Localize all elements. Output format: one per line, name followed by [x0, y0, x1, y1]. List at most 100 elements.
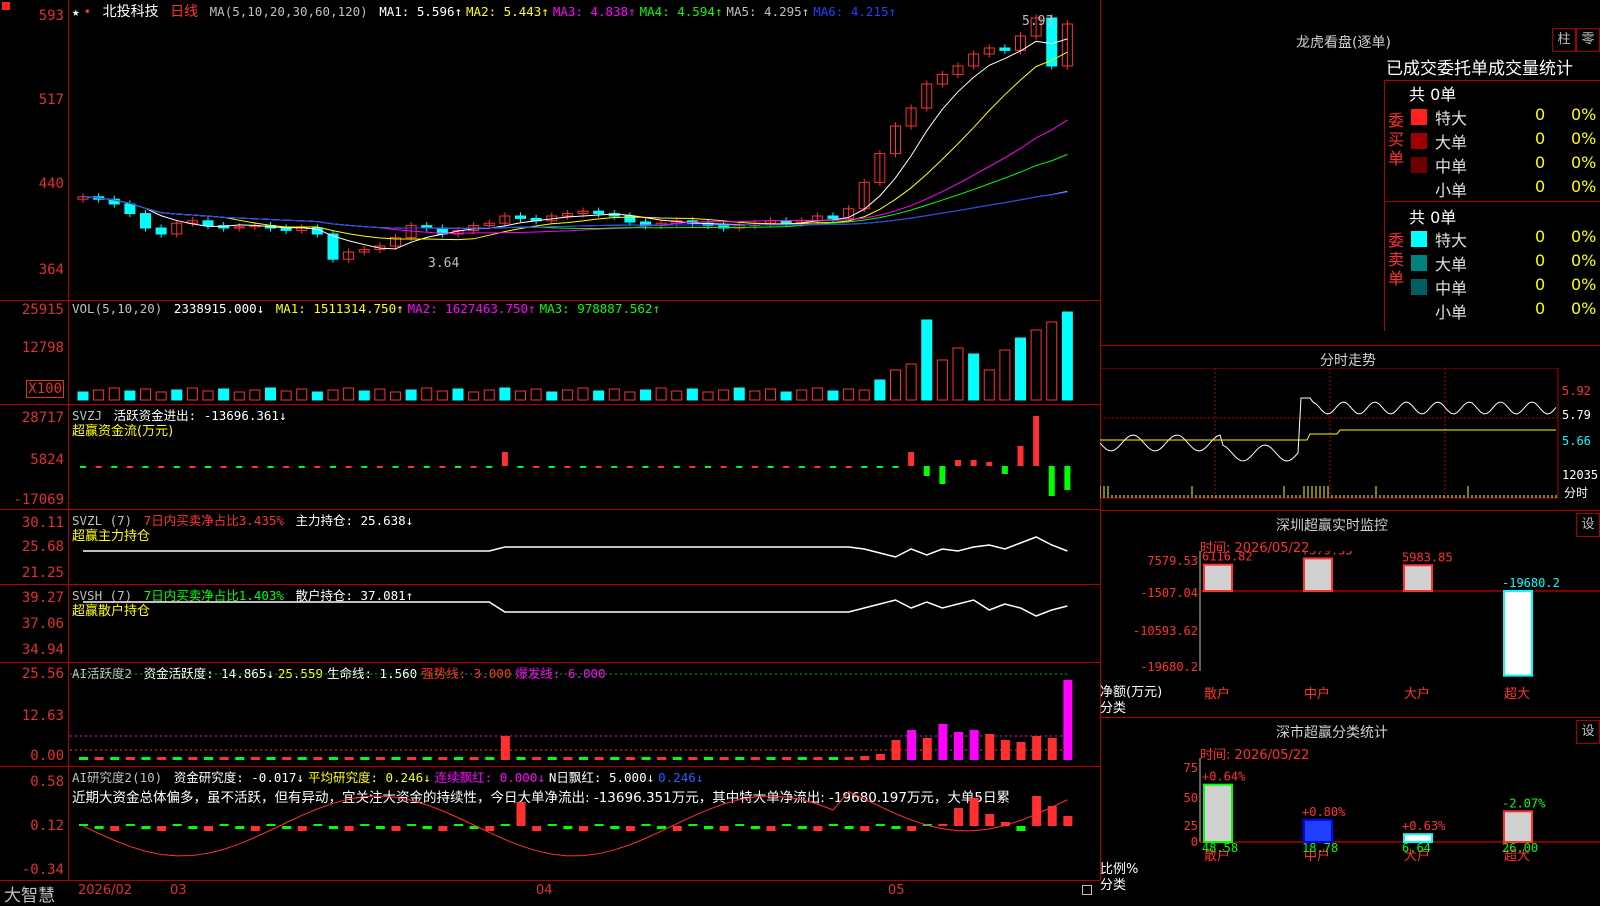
volume-bar — [93, 389, 105, 401]
ai-research-pane[interactable]: 0.58 0.12 -0.34 AI研究度2(10) 资金研究度: -0.017… — [0, 766, 1100, 880]
ma-line — [82, 190, 1068, 229]
category-label: 中户 — [1304, 686, 1330, 702]
activity-bar — [375, 757, 385, 760]
sz-monitor-settings-button[interactable]: 设 — [1576, 513, 1600, 537]
research-bar — [360, 824, 370, 826]
flow-bar — [705, 466, 711, 468]
volume-tick: X100 — [26, 380, 64, 398]
flow-bar — [908, 452, 915, 466]
sz-class-settings-button[interactable]: 设 — [1576, 720, 1600, 744]
research-bar — [500, 824, 510, 826]
flow-bar — [267, 466, 274, 468]
activity-bar — [516, 757, 526, 760]
volume-pane[interactable]: 25915 12798 X100 VOL(5,10,20) 2338915.00… — [0, 300, 1100, 405]
research-bar — [125, 824, 135, 826]
sz-monitor-chart[interactable]: 6116.82 散户 7579.53 中户 5983.85 大户 -19680.2 超大 757… — [1100, 551, 1600, 718]
ma-line — [82, 191, 1068, 229]
volume-bar — [515, 390, 526, 401]
volume-bar — [186, 387, 198, 401]
svzl-tick: 21.25 — [21, 565, 64, 581]
research-bar — [172, 824, 182, 826]
activity-bar — [938, 724, 948, 760]
research-bar — [313, 824, 323, 826]
volume-bar — [718, 389, 730, 401]
intraday-chart[interactable] — [1100, 368, 1600, 508]
research-bar — [532, 826, 542, 831]
volume-chart[interactable] — [70, 300, 1100, 404]
svzj-axis: 28717 5824 -17069 — [0, 404, 69, 509]
activity-bar — [766, 757, 776, 760]
bar-mode-button[interactable]: 柱 — [1552, 28, 1576, 52]
svzj-pane[interactable]: 28717 5824 -17069 SVZJ 活跃资金进出: -13696.36… — [0, 404, 1100, 510]
research-bar — [391, 826, 401, 831]
research-bar — [1016, 826, 1026, 831]
intraday-panel[interactable]: 分时走势 5.92 5.79 5.66 12035 分时 — [1100, 345, 1600, 511]
volume-bar — [202, 390, 214, 401]
research-bar — [219, 824, 229, 826]
research-bar — [516, 802, 526, 826]
svzj-tick: -17069 — [13, 492, 64, 508]
ma-line — [82, 51, 1068, 241]
research-bar — [141, 826, 151, 829]
volume-bar — [999, 349, 1011, 401]
buy-name: 小单 — [1435, 181, 1468, 200]
candle-body — [593, 210, 605, 215]
research-line — [82, 791, 1068, 857]
activity-bar — [547, 757, 557, 760]
date-bar[interactable]: 大智慧 2026/02 03 04 05 — [0, 880, 1100, 906]
svzj-chart[interactable] — [70, 404, 1100, 509]
research-bar — [657, 826, 667, 829]
candlestick-chart[interactable] — [70, 0, 1100, 300]
volume-bar — [77, 391, 89, 401]
flow-bar — [1033, 416, 1040, 466]
svzl-pane[interactable]: 30.11 25.68 21.25 SVZL (7) 7日内买卖净占比3.435… — [0, 509, 1100, 585]
category-bar — [1203, 563, 1233, 592]
activity-bar — [1000, 740, 1010, 760]
research-bar — [969, 798, 979, 826]
svsh-chart[interactable] — [70, 584, 1100, 662]
activity-bar — [907, 730, 917, 760]
research-bar — [188, 826, 198, 829]
research-bar — [297, 826, 307, 831]
buy-name: 特大 — [1435, 109, 1468, 128]
volume-bar — [1030, 329, 1042, 401]
research-bar — [625, 826, 635, 831]
sell-side-label: 委卖单 — [1387, 231, 1404, 288]
ai-active-chart[interactable] — [70, 662, 1100, 766]
flow-bar — [689, 466, 696, 468]
flow-bar — [1048, 466, 1055, 496]
category-bar — [1203, 783, 1233, 844]
ai-research-tick: -0.34 — [21, 862, 64, 878]
research-bar — [204, 826, 213, 831]
sz-monitor-panel[interactable]: 深圳超赢实时监控 设 时间: 2026/05/22 净额(万元) 分类 6116… — [1100, 510, 1600, 718]
activity-bar — [360, 757, 370, 760]
lock-icon[interactable] — [1082, 885, 1092, 895]
flow-bar — [861, 466, 868, 468]
date-label: 04 — [536, 883, 553, 898]
flow-bar — [251, 466, 258, 468]
activity-bar — [235, 757, 245, 760]
zero-mode-button[interactable]: 零 — [1576, 28, 1600, 52]
ai-research-chart[interactable] — [70, 766, 1100, 880]
ai-active-pane[interactable]: 25.56 12.63 0.00 AI活跃度2 资金活跃度: 14.865↓ 25… — [0, 662, 1100, 767]
activity-bar — [672, 757, 682, 760]
activity-bar — [110, 757, 120, 760]
research-bar — [407, 824, 417, 826]
activity-bar — [860, 756, 870, 760]
bar-value-label: 6116.82 — [1202, 551, 1253, 564]
dragon-title: 龙虎看盘(逐单) — [1296, 35, 1391, 51]
activity-bar — [297, 757, 307, 760]
activity-bar — [469, 757, 479, 760]
svsh-pane[interactable]: 39.27 37.06 34.94 SVSH (7) 7日内买卖净占比1.403… — [0, 584, 1100, 663]
svzl-chart[interactable] — [70, 509, 1100, 584]
price-pane[interactable]: 593 517 440 364 ★ • 北投科技 日线 MA(5,10,20,30… — [0, 0, 1100, 301]
sz-class-panel[interactable]: 深市超赢分类统计 设 时间: 2026/05/22 比例% 分类 +0.64% 散… — [1100, 717, 1600, 901]
kline-panel[interactable]: 593 517 440 364 ★ • 北投科技 日线 MA(5,10,20,30… — [0, 0, 1101, 880]
activity-bar — [735, 757, 745, 760]
volume-bar — [827, 390, 839, 401]
sz-class-chart[interactable]: +0.64%散户48.58+0.80%中户18.78+0.63%大户6.64-2… — [1100, 758, 1600, 901]
volume-bar — [265, 387, 276, 401]
flow-bar — [189, 466, 196, 468]
volume-bar — [890, 369, 901, 401]
volume-bar — [843, 388, 855, 401]
